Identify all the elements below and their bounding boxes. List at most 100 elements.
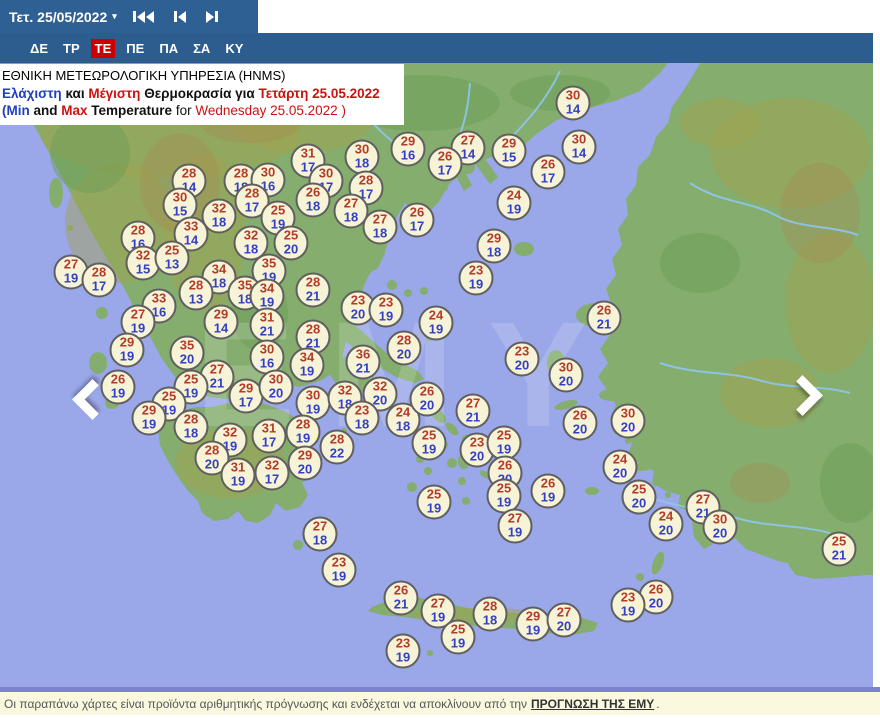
min-temp: 20 (605, 467, 636, 481)
station-temp-bubble: 2319 (369, 293, 404, 328)
min-temp: 16 (252, 357, 283, 371)
day-tab-ΔΕ[interactable]: ΔΕ (26, 39, 52, 58)
next-day-button[interactable] (206, 10, 218, 24)
max-temp: 25 (419, 488, 450, 502)
station-temp-bubble: 2919 (110, 333, 145, 368)
min-temp: 17 (430, 164, 461, 178)
station-temp-bubble: 2513 (155, 241, 190, 276)
min-temp: 21 (348, 362, 379, 376)
max-temp: 32 (215, 426, 246, 440)
max-temp: 27 (549, 606, 580, 620)
max-temp: 24 (605, 453, 636, 467)
max-temp: 24 (421, 309, 452, 323)
max-temp: 23 (371, 296, 402, 310)
max-temp: 28 (123, 224, 154, 238)
forecast-link[interactable]: ΠΡΟΓΝΩΣΗ ΤΗΣ ΕΜΥ (531, 697, 654, 711)
max-temp: 23 (347, 404, 378, 418)
station-temp-bubble: 2617 (531, 155, 566, 190)
min-temp: 19 (324, 570, 355, 584)
max-temp: 32 (257, 459, 288, 473)
station-temp-bubble: 3117 (252, 419, 287, 454)
station-temp-bubble: 2914 (204, 305, 239, 340)
min-temp: 17 (257, 473, 288, 487)
day-tab-ΤΕ[interactable]: ΤΕ (91, 39, 116, 58)
title-line-english: (Min and Max Temperature for Wednesday 2… (2, 102, 398, 119)
date-label: Τετ. 25/05/2022 (9, 9, 107, 25)
day-tab-ΣΑ[interactable]: ΣΑ (189, 39, 214, 58)
max-temp: 26 (103, 373, 134, 387)
footer-text: Οι παραπάνω χάρτες είναι προϊόντα αριθμη… (4, 697, 527, 711)
max-temp: 28 (181, 279, 212, 293)
chevron-down-icon: ▾ (112, 12, 117, 21)
station-temp-bubble: 3018 (345, 140, 380, 175)
max-temp: 30 (564, 133, 595, 147)
min-temp: 20 (613, 421, 644, 435)
min-temp: 17 (402, 220, 433, 234)
station-temp-bubble: 3020 (611, 404, 646, 439)
max-temp: 26 (533, 477, 564, 491)
max-temp: 35 (254, 257, 285, 271)
min-temp: 20 (551, 375, 582, 389)
min-temp: 20 (172, 353, 203, 367)
min-temp: 14 (206, 322, 237, 336)
max-temp: 23 (388, 637, 419, 651)
min-temp: 19 (613, 605, 644, 619)
map-area: ΕΜΥ ΕΘΝΙΚΗ ΜΕΤΕΩΡΟΛΟΓΙΚΗ ΥΠΗΡΕΣΙΑ (HNMS)… (0, 63, 880, 687)
day-tab-ΠΕ[interactable]: ΠΕ (122, 39, 148, 58)
station-temp-bubble: 2521 (822, 532, 857, 567)
station-temp-bubble: 3020 (703, 510, 738, 545)
max-temp: 30 (558, 89, 589, 103)
station-temp-bubble: 2519 (417, 485, 452, 520)
max-temp: 26 (402, 206, 433, 220)
max-temp: 28 (389, 334, 420, 348)
min-temp: 19 (388, 651, 419, 665)
max-temp: 30 (311, 167, 342, 181)
max-temp: 30 (705, 513, 736, 527)
title-part: and (30, 103, 62, 118)
max-temp: 29 (290, 449, 321, 463)
min-temp: 20 (290, 463, 321, 477)
max-temp: 26 (589, 304, 620, 318)
max-temp: 27 (305, 520, 336, 534)
min-temp: 19 (112, 350, 143, 364)
title-part: και (62, 86, 89, 101)
min-temp: 15 (128, 263, 159, 277)
station-temp-bubble: 2420 (649, 507, 684, 542)
station-temp-bubble: 2320 (505, 342, 540, 377)
max-temp: 25 (276, 229, 307, 243)
station-temp-bubble: 2319 (386, 634, 421, 669)
station-temp-bubble: 2620 (410, 382, 445, 417)
station-temp-bubble: 3020 (549, 358, 584, 393)
max-temp: 30 (253, 166, 284, 180)
date-dropdown-button[interactable]: Τετ. 25/05/2022 ▾ (0, 9, 117, 25)
previous-day-button[interactable] (174, 10, 186, 24)
max-temp: 24 (651, 510, 682, 524)
min-temp: 22 (322, 447, 353, 461)
next-day-icon (215, 11, 218, 22)
station-temp-bubble: 2319 (322, 553, 357, 588)
max-temp: 26 (565, 409, 596, 423)
max-temp: 30 (261, 373, 292, 387)
skip-first-button[interactable] (133, 10, 154, 24)
day-tab-ΚΥ[interactable]: ΚΥ (221, 39, 247, 58)
min-temp: 18 (176, 427, 207, 441)
station-temp-bubble: 2617 (428, 147, 463, 182)
max-temp: 33 (144, 292, 175, 306)
max-temp: 31 (254, 422, 285, 436)
station-temp-bubble: 3520 (170, 336, 205, 371)
station-temp-bubble: 3419 (290, 348, 325, 383)
min-temp: 19 (443, 637, 474, 651)
station-temp-bubble: 2817 (82, 263, 117, 298)
min-temp: 18 (475, 614, 506, 628)
title-part: Max (61, 103, 87, 118)
max-temp: 25 (489, 482, 520, 496)
station-temp-bubble: 2818 (174, 410, 209, 445)
station-temp-bubble: 2419 (419, 306, 454, 341)
day-tab-ΠΑ[interactable]: ΠΑ (155, 39, 182, 58)
min-temp: 17 (84, 280, 115, 294)
min-temp: 19 (489, 443, 520, 457)
date-nav-bar: Τετ. 25/05/2022 ▾ (0, 0, 258, 33)
max-temp: 31 (293, 147, 324, 161)
day-tab-ΤΡ[interactable]: ΤΡ (59, 39, 84, 58)
right-margin (873, 63, 880, 687)
